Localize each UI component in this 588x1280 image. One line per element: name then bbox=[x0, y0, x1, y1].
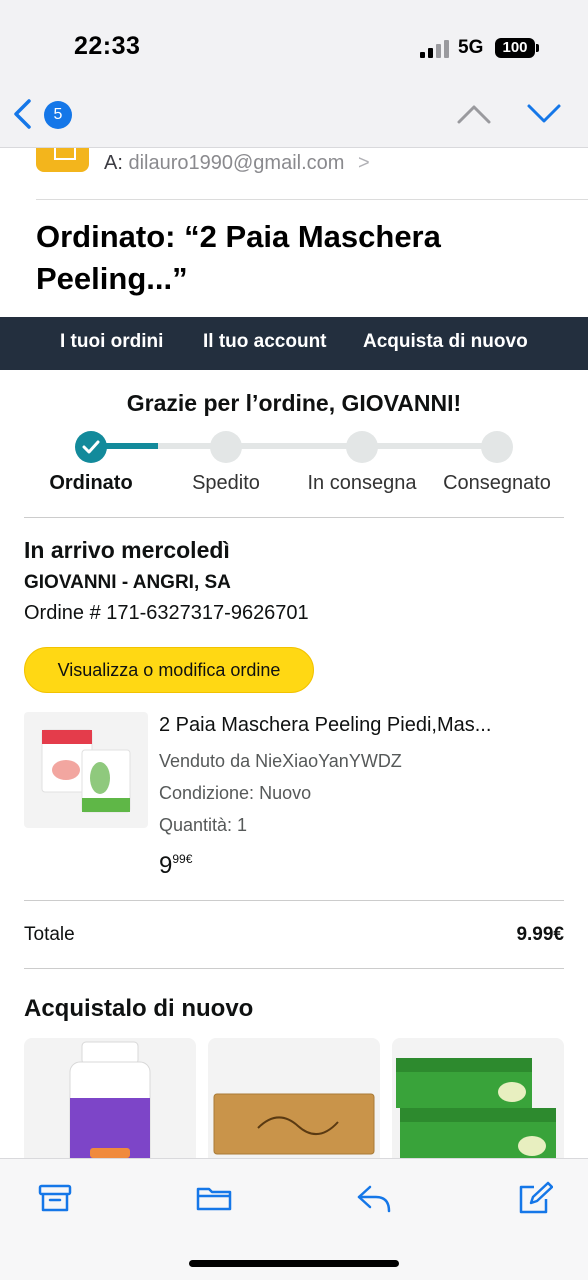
order-number: Ordine # 171-6327317-9626701 bbox=[24, 602, 309, 624]
product-quantity: Quantità: 1 bbox=[159, 815, 248, 835]
thank-you-heading: Grazie per l’ordine, GIOVANNI! bbox=[126, 390, 462, 416]
product-price: 999€ bbox=[159, 852, 192, 880]
to-label: A: bbox=[104, 152, 123, 174]
status-bar: 22:33 5G 100 bbox=[0, 0, 588, 80]
product-image[interactable] bbox=[24, 712, 148, 828]
price-whole: 9 bbox=[159, 852, 173, 879]
unread-count-badge[interactable]: 5 bbox=[44, 101, 72, 129]
recipient-address[interactable]: dilauro1990@gmail.com bbox=[128, 152, 344, 174]
buy-again-link[interactable]: Acquista di nuovo bbox=[363, 331, 528, 353]
section-divider bbox=[24, 900, 564, 901]
previous-message-icon[interactable] bbox=[456, 102, 492, 126]
supplement-bottle-image bbox=[69, 1041, 151, 1178]
back-chevron-icon[interactable] bbox=[10, 98, 36, 130]
view-edit-order-button[interactable]: Visualizza o modifica ordine bbox=[24, 647, 314, 693]
step-ordered-dot bbox=[75, 431, 107, 463]
step-label-out-for-delivery: In consegna bbox=[307, 472, 417, 494]
product-condition: Condizione: Nuovo bbox=[159, 783, 312, 803]
recipient-line[interactable]: A: dilauro1990@gmail.com > bbox=[104, 152, 370, 175]
home-indicator[interactable] bbox=[189, 1260, 399, 1267]
status-time: 22:33 bbox=[74, 32, 141, 60]
folder-icon[interactable] bbox=[196, 1181, 232, 1215]
checkmark-icon bbox=[82, 440, 100, 454]
buy-again-card[interactable] bbox=[24, 1038, 196, 1178]
archive-icon[interactable] bbox=[37, 1181, 73, 1215]
compose-icon[interactable] bbox=[517, 1181, 553, 1215]
step-label-ordered: Ordinato bbox=[49, 472, 133, 494]
mail-navigation-bar: 5 bbox=[0, 80, 588, 148]
arrival-date: In arrivo mercoledì bbox=[24, 537, 230, 563]
section-divider bbox=[24, 968, 564, 969]
product-title[interactable]: 2 Paia Maschera Peeling Piedi,Mas... bbox=[159, 714, 559, 737]
chevron-right-icon: > bbox=[358, 152, 370, 174]
battery-icon: 100 bbox=[495, 38, 539, 58]
header-divider bbox=[36, 199, 588, 200]
next-message-icon[interactable] bbox=[526, 102, 562, 126]
step-delivered-dot bbox=[481, 431, 513, 463]
orders-link[interactable]: I tuoi ordini bbox=[60, 331, 163, 353]
buy-again-card[interactable] bbox=[208, 1038, 380, 1178]
step-shipped-dot bbox=[210, 431, 242, 463]
network-type: 5G bbox=[458, 37, 484, 58]
total-value: 9.99€ bbox=[516, 924, 564, 945]
amazon-nav-bar: I tuoi ordini Il tuo account Acquista di… bbox=[0, 317, 588, 370]
product-seller: Venduto da NieXiaoYanYWDZ bbox=[159, 751, 402, 771]
signal-icon bbox=[420, 38, 452, 58]
step-label-delivered: Consegnato bbox=[443, 472, 551, 494]
buy-again-heading: Acquistalo di nuovo bbox=[24, 995, 254, 1022]
account-link[interactable]: Il tuo account bbox=[203, 331, 327, 353]
pasta-package-image bbox=[213, 1093, 375, 1155]
price-fraction: 99€ bbox=[172, 852, 193, 866]
step-out-for-delivery-dot bbox=[346, 431, 378, 463]
section-divider bbox=[24, 517, 564, 518]
buy-again-card[interactable] bbox=[392, 1038, 564, 1178]
ship-to: GIOVANNI - ANGRI, SA bbox=[24, 572, 231, 593]
total-label: Totale bbox=[24, 924, 75, 945]
sender-avatar-icon bbox=[36, 148, 89, 172]
email-subject: Ordinato: “2 Paia Maschera Peeling...” bbox=[36, 219, 441, 296]
reply-icon[interactable] bbox=[356, 1181, 392, 1215]
step-label-shipped: Spedito bbox=[192, 472, 260, 494]
biscuit-box-image bbox=[396, 1058, 556, 1164]
